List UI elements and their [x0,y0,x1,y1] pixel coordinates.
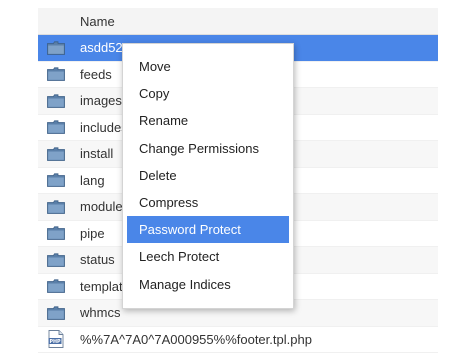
file-name: feeds [80,66,112,82]
file-name: install [80,146,114,162]
menu-item-leech-protect[interactable]: Leech Protect [127,243,289,270]
header-icon-column [38,8,74,34]
menu-item-manage-indices[interactable]: Manage Indices [127,271,289,298]
folder-icon [38,247,74,273]
folder-icon [38,61,74,87]
menu-item-password-protect[interactable]: Password Protect [127,216,289,244]
column-header-name[interactable]: Name [74,14,115,29]
file-name: asdd52 [80,40,123,56]
folder-icon [38,141,74,167]
table-row[interactable]: PHP %%7A^7A0^7A000955%%footer.tpl.php [38,326,438,353]
file-name: lang [80,172,105,188]
menu-item-move[interactable]: Move [127,53,289,80]
menu-item-compress[interactable]: Compress [127,189,289,216]
folder-icon [38,167,74,193]
file-name: images [80,93,122,109]
file-name: modules [80,199,130,215]
menu-item-rename[interactable]: Rename [127,107,289,134]
file-manager-view: Name asdd52 feeds images includes instal… [0,0,451,355]
folder-icon [38,273,74,299]
file-name: pipe [80,225,105,241]
table-header: Name [38,8,438,35]
file-name: includes [80,119,128,135]
php-file-icon: PHP [38,326,74,352]
folder-icon [38,88,74,114]
menu-item-change-permissions[interactable]: Change Permissions [127,135,289,162]
file-name: status [80,252,115,268]
folder-icon [38,35,74,61]
folder-icon [38,220,74,246]
folder-icon [38,300,74,326]
menu-item-delete[interactable]: Delete [127,162,289,189]
context-menu: Move Copy Rename Change Permissions Dele… [122,43,294,309]
folder-icon [38,114,74,140]
menu-item-copy[interactable]: Copy [127,80,289,107]
svg-text:PHP: PHP [49,339,61,345]
folder-icon [38,194,74,220]
file-name: %%7A^7A0^7A000955%%footer.tpl.php [80,331,312,347]
file-name: whmcs [80,305,121,321]
